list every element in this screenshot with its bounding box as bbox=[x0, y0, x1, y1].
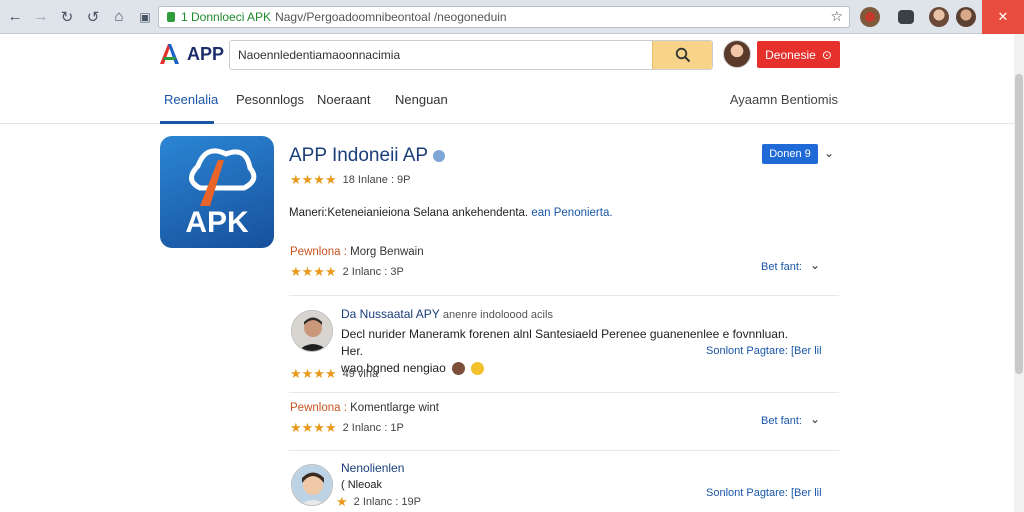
address-bar[interactable]: 1 Donnloeci APK Nagv/Pergoadoomnibeontoa… bbox=[158, 6, 850, 28]
signin-icon: ⊙ bbox=[821, 47, 832, 62]
app-rating-text: 18 Inlane : 9P bbox=[342, 174, 411, 186]
app-rating: ★★★★ 18 Inlane : 9P bbox=[290, 172, 411, 188]
reviewer-name-text: Da Nussaatal APY bbox=[341, 307, 440, 321]
smile-emoji-icon bbox=[471, 362, 485, 376]
reviewer-name: Da Nussaatal APY anenre indoloood acils bbox=[341, 307, 553, 321]
divider bbox=[289, 295, 839, 296]
tabs-right-link[interactable]: Ayaamn Bentiomis bbox=[730, 92, 838, 107]
camera-icon[interactable] bbox=[898, 10, 914, 24]
app-description-text: Maneri:Keteneianieiona Selana ankehenden… bbox=[289, 207, 529, 219]
star-rating-icon: ★★★★ bbox=[290, 420, 337, 435]
divider bbox=[289, 450, 839, 451]
app-title: APP Indoneii AP bbox=[289, 145, 446, 167]
active-tab-indicator bbox=[160, 121, 214, 124]
extension-icon[interactable] bbox=[860, 7, 880, 27]
bookmark-star-icon[interactable]: ☆ bbox=[830, 8, 843, 25]
history-icon[interactable]: ↺ bbox=[82, 6, 104, 28]
reviewer-name-text: Nenolienlen bbox=[341, 461, 405, 475]
star-rating-icon: ★★★★ bbox=[290, 366, 337, 381]
review-action-link[interactable]: Sonlont Pagtare: [Ber lil bbox=[706, 487, 822, 499]
url-text: Nagv/Pergoadoomnibeontoal /neogoneduin bbox=[275, 10, 507, 24]
review-rating-text: 2 Inlanc : 19P bbox=[353, 496, 421, 508]
entry-label-key: Pewnlona : bbox=[290, 246, 347, 258]
profile-avatar-icon[interactable] bbox=[929, 7, 949, 27]
app-description-link[interactable]: ean Penonierta. bbox=[531, 207, 612, 219]
star-rating-icon: ★★★★ bbox=[290, 172, 337, 187]
browser-toolbar: ← → ↻ ↺ ⌂ ▣ 1 Donnloeci APK Nagv/Pergoad… bbox=[0, 0, 1024, 34]
app-icon-text: APK bbox=[185, 206, 249, 239]
review-action-link[interactable]: Sonlont Pagtare: [Ber lil bbox=[706, 345, 822, 357]
tab-noeraant[interactable]: Noeraant bbox=[317, 92, 370, 107]
reviewer-avatar bbox=[291, 464, 333, 506]
signin-label: Deonesie bbox=[765, 47, 816, 62]
reviewer-subtitle: ( Nleoak bbox=[341, 479, 382, 491]
forward-icon[interactable]: → bbox=[30, 6, 52, 28]
review-line-2: wao bgned nengiao bbox=[341, 360, 801, 377]
logo-icon bbox=[157, 42, 183, 66]
logo-text: APP bbox=[187, 43, 225, 64]
url-highlight: 1 Donnloeci APK bbox=[181, 10, 272, 24]
reviewer-subtitle: anenre indoloood acils bbox=[442, 309, 553, 321]
signin-button[interactable]: Deonesie ⊙ bbox=[757, 41, 840, 68]
search-button[interactable] bbox=[652, 41, 712, 69]
review-rating: ★ 2 Inlanc : 19P bbox=[336, 494, 421, 510]
lock-icon bbox=[167, 12, 175, 22]
star-rating-icon: ★★★★ bbox=[290, 264, 337, 279]
download-button[interactable]: Donen 9 bbox=[762, 144, 818, 164]
review-rating-text: 49 vlha bbox=[342, 368, 379, 380]
search-box bbox=[229, 40, 713, 70]
chevron-icon[interactable]: ⌄ bbox=[810, 412, 820, 426]
entry-label: Pewnlona : Morg Benwain bbox=[290, 246, 424, 258]
entry-label-value: Komentlarge wint bbox=[350, 402, 439, 414]
entry-label-key: Pewnlona : bbox=[290, 402, 347, 414]
site-logo[interactable]: APP bbox=[157, 42, 224, 66]
entry-label-value: Morg Benwain bbox=[350, 246, 424, 258]
chevron-down-icon[interactable]: ⌄ bbox=[824, 146, 834, 160]
entry-action-link[interactable]: Bet fant: bbox=[761, 415, 802, 427]
entry-rating-text: 2 Inlanc : 3P bbox=[342, 266, 404, 278]
entry-label: Pewnlona : Komentlarge wint bbox=[290, 402, 439, 414]
search-icon bbox=[675, 47, 690, 63]
app-icon: APK bbox=[160, 136, 274, 248]
entry-rating-text: 2 Inlanc : 1P bbox=[342, 422, 404, 434]
user-avatar[interactable] bbox=[723, 40, 751, 68]
entry-rating: ★★★★ 2 Inlanc : 1P bbox=[290, 420, 404, 436]
reload-icon[interactable]: ↻ bbox=[56, 6, 78, 28]
tab-pesonnlogs[interactable]: Pesonnlogs bbox=[236, 92, 304, 107]
verified-icon bbox=[433, 150, 446, 162]
page-scrollbar[interactable] bbox=[1014, 34, 1024, 512]
user-emoji-icon bbox=[452, 362, 466, 376]
divider bbox=[289, 392, 839, 393]
reviewer-name: Nenolienlen bbox=[341, 461, 404, 475]
account-avatar-icon[interactable] bbox=[956, 7, 976, 27]
chevron-icon[interactable]: ⌄ bbox=[810, 258, 820, 272]
home-icon[interactable]: ⌂ bbox=[108, 6, 130, 28]
app-title-text: APP Indoneii AP bbox=[289, 145, 429, 166]
tab-nenguan[interactable]: Nenguan bbox=[395, 92, 448, 107]
review-rating: ★★★★ 49 vlha bbox=[290, 366, 378, 382]
entry-rating: ★★★★ 2 Inlanc : 3P bbox=[290, 264, 404, 280]
star-rating-icon: ★ bbox=[336, 494, 348, 509]
back-icon[interactable]: ← bbox=[4, 6, 26, 28]
scrollbar-thumb[interactable] bbox=[1015, 74, 1023, 374]
close-window-button[interactable]: ✕ bbox=[982, 0, 1024, 34]
bookmarks-icon[interactable]: ▣ bbox=[134, 6, 156, 28]
search-input[interactable] bbox=[230, 41, 650, 69]
reviewer-avatar bbox=[291, 310, 333, 352]
tab-reenlalia[interactable]: Reenlalia bbox=[164, 92, 218, 107]
tab-bar: Reenlalia Pesonnlogs Noeraant Nenguan Ay… bbox=[0, 80, 1024, 124]
app-description: Maneri:Keteneianieiona Selana ankehenden… bbox=[289, 207, 613, 219]
entry-action-link[interactable]: Bet fant: bbox=[761, 261, 802, 273]
